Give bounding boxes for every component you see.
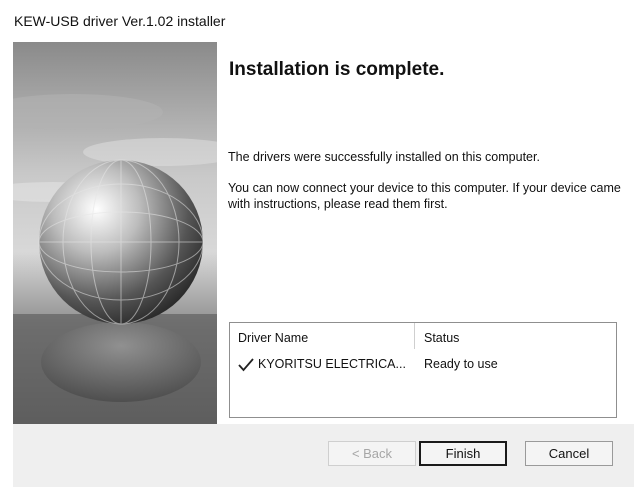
column-header-driver-name[interactable]: Driver Name xyxy=(238,331,308,345)
column-header-status[interactable]: Status xyxy=(424,331,459,345)
button-bar: < Back Finish Cancel xyxy=(13,424,634,487)
driver-list[interactable]: Driver Name Status KYORITSU ELECTRICA...… xyxy=(229,322,617,418)
page-title: Installation is complete. xyxy=(229,59,445,80)
checkmark-icon xyxy=(238,358,254,372)
list-item[interactable]: KYORITSU ELECTRICA... Ready to use xyxy=(230,354,616,376)
success-message: The drivers were successfully installed … xyxy=(228,150,540,164)
cancel-button[interactable]: Cancel xyxy=(525,441,613,466)
window-title: KEW-USB driver Ver.1.02 installer xyxy=(14,13,226,29)
column-divider[interactable] xyxy=(414,323,415,349)
installer-banner xyxy=(13,42,217,424)
finish-button[interactable]: Finish xyxy=(419,441,507,466)
instruction-message: You can now connect your device to this … xyxy=(228,181,621,211)
driver-status: Ready to use xyxy=(424,357,498,371)
list-header: Driver Name Status xyxy=(230,323,616,351)
driver-name: KYORITSU ELECTRICA... xyxy=(258,357,406,371)
back-button[interactable]: < Back xyxy=(328,441,416,466)
globe-graphic xyxy=(13,42,217,424)
title-bar: KEW-USB driver Ver.1.02 installer xyxy=(0,0,634,40)
content-panel: Installation is complete. The drivers we… xyxy=(217,42,634,424)
